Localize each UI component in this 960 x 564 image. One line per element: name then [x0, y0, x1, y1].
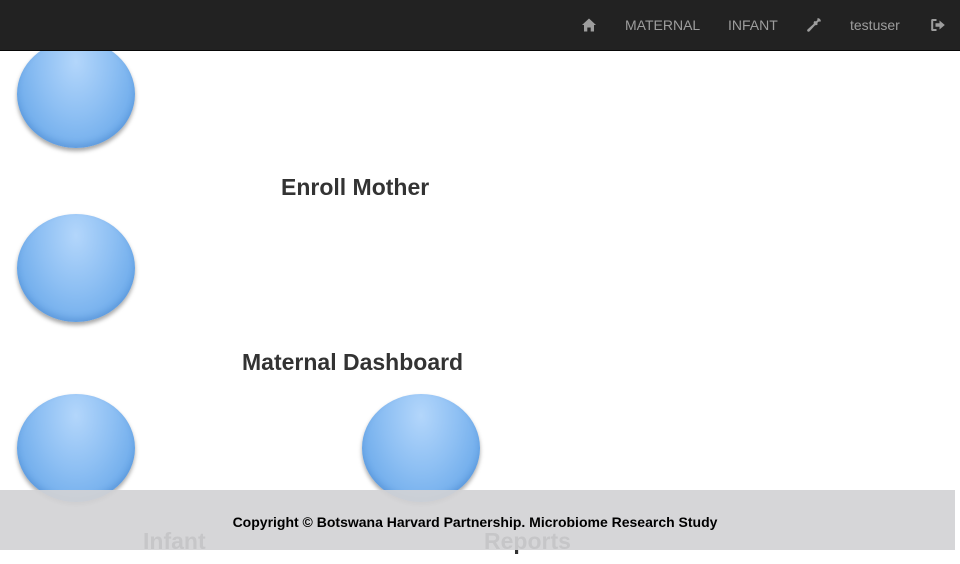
nav-maternal[interactable]: MATERNAL [625, 0, 700, 50]
nav-infant[interactable]: INFANT [728, 0, 778, 50]
footer-copyright: Copyright © Botswana Harvard Partnership… [232, 514, 718, 530]
page: MATERNAL INFANT testuser Enroll Mother M… [0, 0, 960, 564]
maternal-dashboard-circle-button[interactable] [17, 214, 135, 322]
top-navbar: MATERNAL INFANT testuser [0, 0, 960, 51]
infant-circle-button[interactable] [17, 394, 135, 502]
maternal-dashboard-link[interactable]: Maternal Dashboard [242, 349, 463, 376]
enroll-mother-link[interactable]: Enroll Mother [281, 174, 429, 201]
nav-username: testuser [850, 17, 900, 33]
wrench-icon [806, 17, 822, 33]
footer: Copyright © Botswana Harvard Partnership… [0, 490, 955, 550]
enroll-mother-circle-button[interactable] [17, 40, 135, 148]
nav-infant-label: INFANT [728, 17, 778, 33]
home-icon [581, 17, 597, 33]
reports-circle-button[interactable] [362, 394, 480, 502]
sign-out-icon [930, 17, 946, 33]
nav-user-menu[interactable]: testuser [850, 0, 900, 50]
nav-maternal-label: MATERNAL [625, 17, 701, 33]
